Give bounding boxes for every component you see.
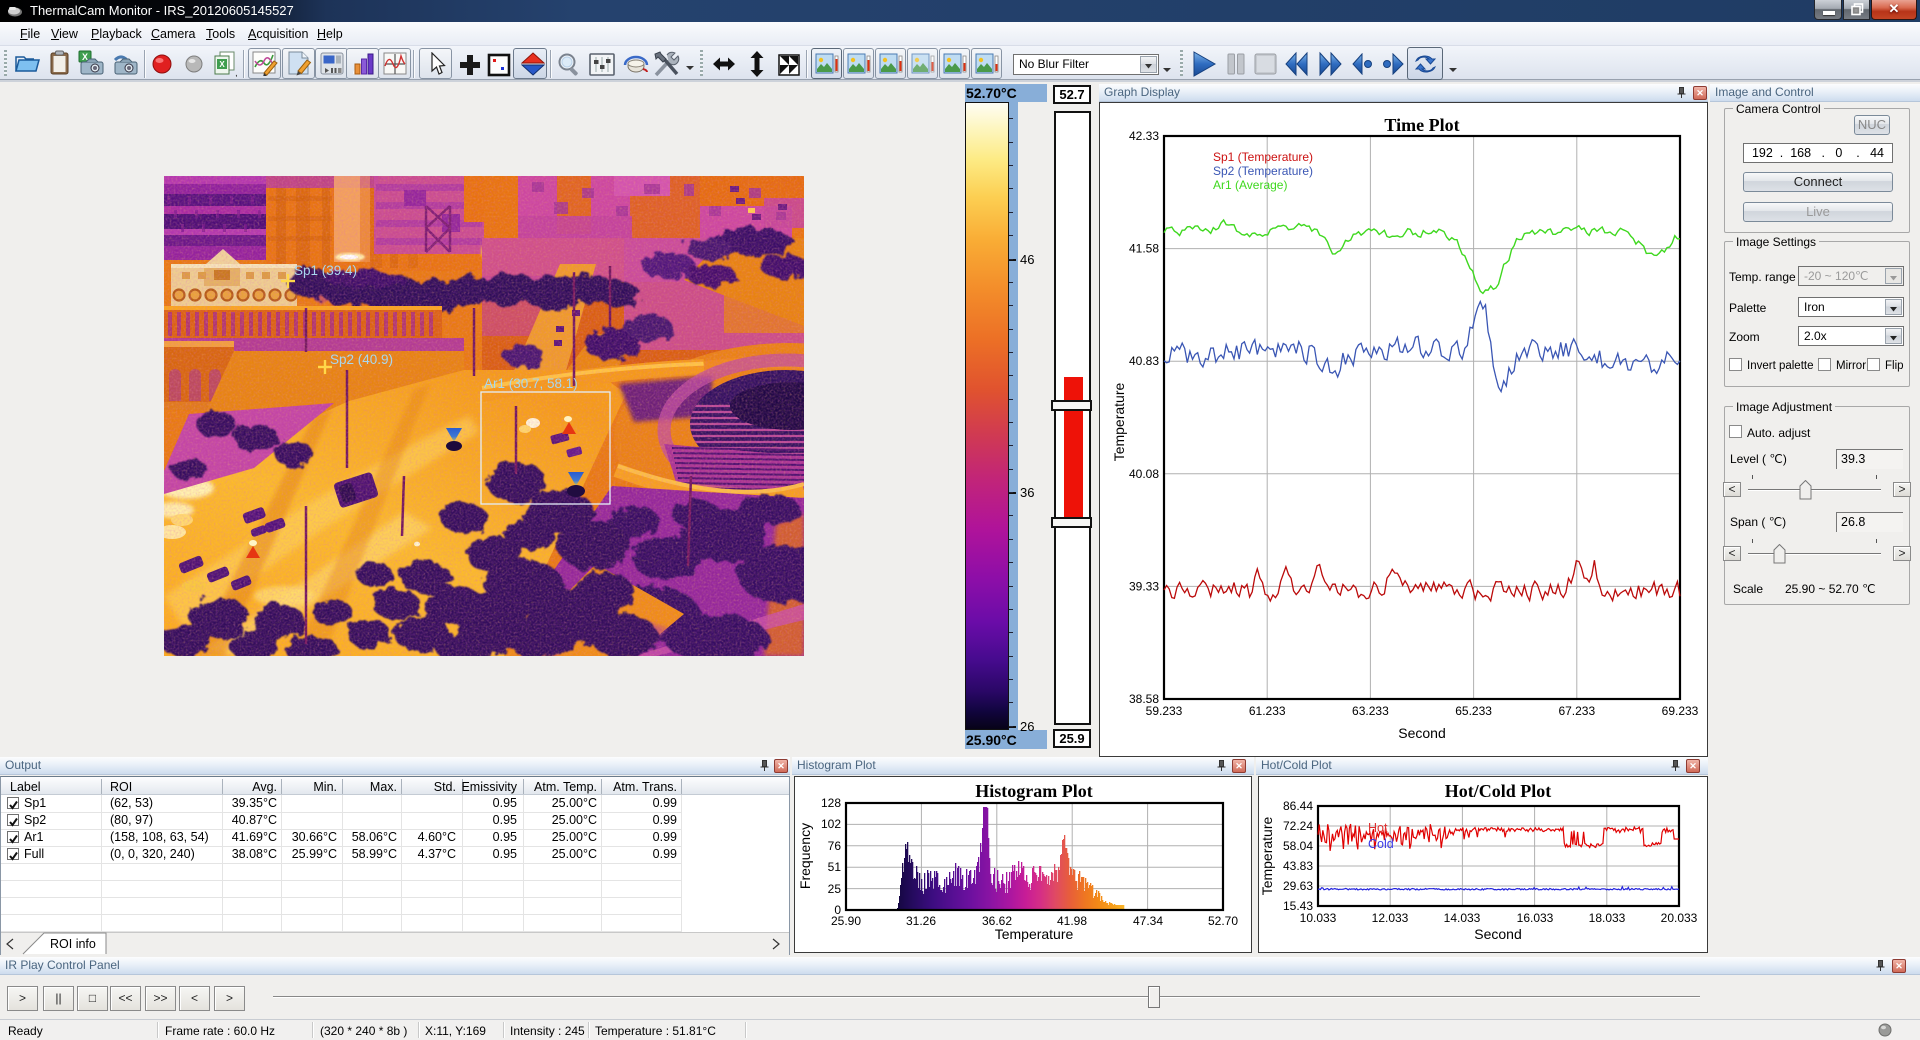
svg-text:76: 76 [828,839,842,853]
svg-text:Cold: Cold [1368,837,1394,851]
svg-text:65.233: 65.233 [1455,704,1492,718]
svg-text:31.26: 31.26 [906,914,936,928]
svg-text:ROI info: ROI info [50,937,96,951]
svg-text:51: 51 [828,860,842,874]
svg-text:10.033: 10.033 [1300,911,1337,925]
svg-text:Second: Second [1398,725,1445,741]
svg-text:Temperature: Temperature [1259,816,1275,895]
svg-text:40.83: 40.83 [1129,354,1159,368]
svg-text:Sp1 (Temperature): Sp1 (Temperature) [1213,150,1313,164]
svg-text:128: 128 [821,796,841,810]
svg-text:Time Plot: Time Plot [1384,115,1459,135]
svg-text:47.34: 47.34 [1133,914,1163,928]
svg-text:43.83: 43.83 [1283,859,1313,873]
svg-text:,: , [235,68,238,77]
svg-text:Hot/Cold Plot: Hot/Cold Plot [1445,781,1552,801]
svg-text:29.63: 29.63 [1283,879,1313,893]
svg-text:18.033: 18.033 [1589,911,1626,925]
svg-text:42.33: 42.33 [1129,129,1159,143]
svg-text:41.58: 41.58 [1129,242,1159,256]
svg-text:69.233: 69.233 [1662,704,1699,718]
svg-text:20.033: 20.033 [1661,911,1698,925]
svg-text:102: 102 [821,817,841,831]
svg-text:61.233: 61.233 [1249,704,1286,718]
svg-text:59.233: 59.233 [1146,704,1183,718]
svg-text:67.233: 67.233 [1558,704,1595,718]
svg-text:Histogram Plot: Histogram Plot [975,781,1092,801]
svg-text:63.233: 63.233 [1352,704,1389,718]
svg-text:52.70: 52.70 [1208,914,1238,928]
svg-text:Sp2 (40.9): Sp2 (40.9) [330,352,393,367]
svg-text:40.08: 40.08 [1129,467,1159,481]
svg-text:14.033: 14.033 [1444,911,1481,925]
svg-text:X: X [219,60,225,69]
svg-text:25: 25 [828,882,842,896]
svg-text:Sp2 (Temperature): Sp2 (Temperature) [1213,164,1313,178]
svg-text:Temperature: Temperature [1111,382,1127,461]
svg-text:Second: Second [1474,926,1521,942]
svg-text:16.033: 16.033 [1517,911,1554,925]
svg-text:12.033: 12.033 [1372,911,1409,925]
svg-text:Temperature: Temperature [995,926,1074,942]
svg-text:25.90: 25.90 [831,914,861,928]
svg-text:Ar1 (30.7, 58.1): Ar1 (30.7, 58.1) [484,376,578,391]
svg-text:58.04: 58.04 [1283,839,1313,853]
svg-text:72.24: 72.24 [1283,819,1313,833]
svg-text:Sp1 (39.4): Sp1 (39.4) [294,263,357,278]
svg-text:Ar1 (Average): Ar1 (Average) [1213,178,1287,192]
svg-text:Frequency: Frequency [797,823,813,889]
svg-text:Hot: Hot [1368,821,1388,835]
svg-text:86.44: 86.44 [1283,799,1313,813]
svg-text:39.33: 39.33 [1129,579,1159,593]
